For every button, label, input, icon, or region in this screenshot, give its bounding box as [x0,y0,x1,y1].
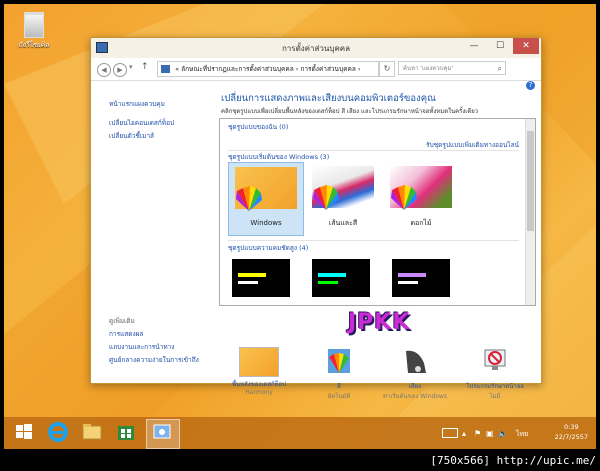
personalization-window: การตั้งค่าส่วนบุคคล — ☐ ✕ ◀ ▶ ▾ ↑ « ลักษ… [90,37,542,400]
recycle-bin-label: ถังรีไซเคิล [18,41,50,49]
page-description: คลิกชุดรูปแบบเพื่อเปลี่ยนพื้นหลังของเดสก… [221,108,479,115]
store-icon [118,426,134,440]
theme-lines-and-colors[interactable]: เส้นและสี [306,162,380,234]
scrollbar[interactable] [525,119,535,305]
see-also-header: ดูเพิ่มเติม [109,317,135,325]
theme-high-contrast-2[interactable] [312,259,370,297]
breadcrumb[interactable]: « ลักษณะที่ปรากฏและการตั้งค่าส่วนบุคคล ›… [157,61,379,77]
recycle-bin-icon [24,12,44,38]
color-fan-icon [313,185,339,210]
watermark-text: JPKK [348,310,411,335]
windows-themes-header: ชุดรูปแบบเริ่มต้นของ Windows (3) [228,153,330,161]
internet-explorer-button[interactable] [46,420,70,444]
network-icon[interactable]: ▣ [486,429,494,438]
high-contrast-header: ชุดรูปแบบความคมชัดสูง (4) [228,244,309,252]
up-button[interactable]: ↑ [141,62,149,72]
get-more-themes-link[interactable]: รับชุดรูปแบบเพิ่มเติมทางออนไลน์ [426,140,519,150]
screen-saver-value: ไม่มี [489,393,501,400]
screen-saver-icon [484,349,506,370]
theme-flowers[interactable]: ดอกไม้ [384,162,458,234]
search-placeholder: ค้นหา 'แผงควบคุม' [403,65,454,72]
content-area: ? หน้าแรกแผงควบคุม เปลี่ยนไอคอนเดสก์ท็อป… [91,81,541,400]
desktop-background-icon [239,347,279,377]
close-button[interactable]: ✕ [513,38,539,54]
color-setting[interactable]: สี อัตโนมัติ [299,347,379,401]
action-center-icon[interactable]: ⚑ [474,429,481,438]
color-fan-icon [236,186,262,211]
desktop-background-setting[interactable]: พื้นหลังของเดสก์ท็อป Harmony [219,347,299,396]
recycle-bin[interactable]: ถังรีไซเคิล [14,12,54,51]
windows-logo-icon [16,424,32,439]
clock[interactable]: 0:39 22/7/2557 [555,422,588,442]
volume-icon[interactable]: 🔈 [498,429,508,438]
theme-list[interactable]: ชุดรูปแบบของฉัน (0) รับชุดรูปแบบเพิ่มเติ… [219,118,536,306]
desktop-background-value: Harmony [245,389,273,396]
title-bar[interactable]: การตั้งค่าส่วนบุคคล — ☐ ✕ [91,38,541,58]
control-panel-taskbar-button[interactable] [146,419,180,449]
color-value: อัตโนมัติ [327,393,351,400]
screen-saver-setting[interactable]: โปรแกรมรักษาหน้าจอ ไม่มี [455,347,535,401]
clock-date: 22/7/2557 [554,433,588,441]
breadcrumb-personalization[interactable]: การตั้งค่าส่วนบุคคล [300,65,355,73]
footer-text: [750x566] http://upic.me/ [430,454,596,467]
keyboard-icon[interactable] [442,428,458,438]
divider [228,240,519,241]
refresh-button[interactable]: ↻ [379,61,395,77]
control-panel-home-link[interactable]: หน้าแรกแผงควบคุม [109,99,165,109]
start-button[interactable] [12,420,36,444]
change-mouse-pointer-link[interactable]: เปลี่ยนตัวชี้เมาส์ [109,131,154,141]
theme-high-contrast-3[interactable] [392,259,450,297]
sound-setting[interactable]: เสียง ค่าเริ่มต้นของ Windows [375,347,455,401]
scrollbar-thumb[interactable] [527,131,534,231]
minimize-button[interactable]: — [461,38,487,54]
file-explorer-button[interactable] [80,420,104,444]
desktop-background-label: พื้นหลังของเดสก์ท็อป [232,381,286,388]
theme-label: เส้นและสี [328,219,358,227]
address-bar: ◀ ▶ ▾ ↑ « ลักษณะที่ปรากฏและการตั้งค่าส่ว… [91,58,541,81]
control-panel-icon [161,65,170,73]
theme-windows[interactable]: Windows [228,162,304,236]
page-title: เปลี่ยนการแสดงภาพและเสียงบนคอมพิวเตอร์ขอ… [221,93,436,104]
breadcrumb-appearance[interactable]: ลักษณะที่ปรากฏและการตั้งค่าส่วนบุคคล [181,65,294,73]
maximize-button[interactable]: ☐ [487,38,513,54]
color-fan-icon [391,185,417,210]
show-hidden-icons-icon[interactable]: ▴ [462,429,466,438]
sound-value: ค่าเริ่มต้นของ Windows [383,393,447,400]
display-link[interactable]: การแสดงผล [109,329,143,339]
theme-label: ดอกไม้ [410,219,432,227]
change-desktop-icons-link[interactable]: เปลี่ยนไอคอนเดสก์ท็อป [109,118,174,128]
color-icon [328,349,350,373]
back-button[interactable]: ◀ [97,63,111,77]
theme-high-contrast-1[interactable] [232,259,290,297]
control-panel-icon [153,424,171,439]
desktop: ถังรีไซเคิล การตั้งค่าส่วนบุคคล — ☐ ✕ ◀ … [4,4,596,449]
taskbar: ▴ ⚑ ▣ 🔈 ไทย 0:39 22/7/2557 [4,417,596,449]
system-tray: ▴ ⚑ ▣ 🔈 ไทย 0:39 22/7/2557 [440,417,590,449]
store-button[interactable] [114,420,138,444]
color-label: สี [337,383,341,390]
breadcrumb-separator: « [175,65,180,73]
image-footer: [750x566] http://upic.me/ [0,452,600,471]
my-themes-header: ชุดรูปแบบของฉัน (0) [228,123,289,131]
internet-explorer-icon [48,422,68,442]
screen-saver-label: โปรแกรมรักษาหน้าจอ [466,383,524,390]
folder-icon [82,424,102,440]
divider [228,150,519,151]
bottom-settings-bar: พื้นหลังของเดสก์ท็อป Harmony สี อัตโนมัต… [91,343,541,403]
input-language[interactable]: ไทย [516,429,528,440]
sound-label: เสียง [408,383,422,390]
theme-label: Windows [250,219,282,227]
clock-time: 0:39 [564,423,579,431]
recent-dropdown-icon[interactable]: ▾ [129,63,133,71]
breadcrumb-separator: › [357,65,361,73]
search-input[interactable]: ค้นหา 'แผงควบคุม' ⌕ [398,61,506,75]
search-icon[interactable]: ⌕ [498,62,502,76]
forward-button[interactable]: ▶ [113,63,127,77]
help-icon[interactable]: ? [526,81,535,90]
sound-icon [406,350,426,373]
